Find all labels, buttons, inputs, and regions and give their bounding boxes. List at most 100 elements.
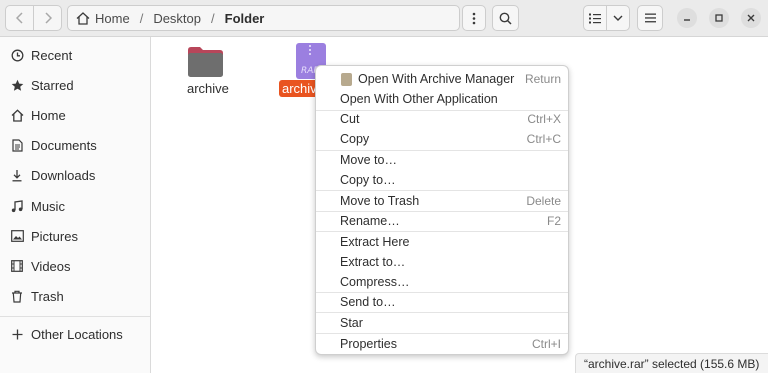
menu-item-open-with-archive-manager[interactable]: Open With Archive Manager Return <box>316 69 568 89</box>
menu-item-label: Properties <box>340 337 397 351</box>
sidebar-item-label: Recent <box>31 47 73 63</box>
maximize-icon <box>715 14 723 22</box>
menu-item-label: Extract Here <box>340 235 410 249</box>
menu-item-label: Star <box>340 316 363 330</box>
list-view-icon <box>589 13 601 23</box>
minimize-button[interactable] <box>677 8 697 28</box>
sidebar-item-music[interactable]: Music <box>0 193 150 219</box>
menu-item-label: Move to… <box>340 153 397 167</box>
context-menu: Open With Archive Manager Return Open Wi… <box>315 65 569 355</box>
sidebar-item-label: Music <box>31 198 65 214</box>
menu-item-label: Rename… <box>340 214 400 228</box>
sidebar-item-label: Trash <box>31 288 64 304</box>
close-button[interactable] <box>741 8 761 28</box>
sidebar-item-videos[interactable]: Videos <box>0 253 150 279</box>
menu-item-extract-here[interactable]: Extract Here <box>316 232 568 252</box>
path-bar: Home / Desktop / Folder <box>67 5 460 31</box>
video-icon <box>10 260 24 272</box>
menu-item-label: Cut <box>340 112 360 126</box>
kebab-menu-icon <box>472 12 476 24</box>
menu-item-accel: Delete <box>526 194 561 208</box>
menu-item-accel: Ctrl+I <box>531 337 561 351</box>
chevron-right-icon <box>44 12 52 24</box>
menu-item-compress[interactable]: Compress… <box>316 272 568 292</box>
menu-item-cut[interactable]: Cut Ctrl+X <box>316 109 568 129</box>
menu-item-copy-to[interactable]: Copy to… <box>316 170 568 190</box>
menu-item-move-to-trash[interactable]: Move to Trash Delete <box>316 191 568 211</box>
sidebar-item-label: Downloads <box>31 167 96 183</box>
sidebar-item-other-locations[interactable]: Other Locations <box>0 321 150 347</box>
menu-item-move-to[interactable]: Move to… <box>316 150 568 170</box>
sidebar-item-label: Home <box>31 107 66 123</box>
path-crumb-home: Home <box>95 10 130 26</box>
sidebar-item-trash[interactable]: Trash <box>0 283 150 309</box>
sidebar-item-label: Videos <box>31 258 71 274</box>
folder-icon <box>188 47 223 77</box>
picture-icon <box>10 230 24 242</box>
path-crumb-desktop[interactable]: Desktop <box>153 11 201 26</box>
sidebar-item-pictures[interactable]: Pictures <box>0 223 150 249</box>
navigation-buttons <box>5 5 62 31</box>
menu-item-extract-to[interactable]: Extract to… <box>316 252 568 272</box>
sidebar-item-documents[interactable]: Documents <box>0 132 150 158</box>
sidebar-item-label: Documents <box>31 137 97 153</box>
archive-manager-icon <box>341 73 352 86</box>
menu-item-label: Open With Other Application <box>340 92 498 106</box>
menu-item-star[interactable]: Star <box>316 313 568 333</box>
minimize-icon <box>684 19 690 21</box>
path-separator: / <box>211 10 215 26</box>
menu-item-rename[interactable]: Rename… F2 <box>316 211 568 231</box>
menu-item-copy[interactable]: Copy Ctrl+C <box>316 129 568 149</box>
hamburger-menu-icon <box>644 13 656 23</box>
back-button[interactable] <box>6 6 34 30</box>
sidebar-item-recent[interactable]: Recent <box>0 42 150 68</box>
menu-item-label: Copy to… <box>340 173 396 187</box>
menu-item-label: Open With Archive Manager <box>358 72 515 86</box>
menu-item-send-to[interactable]: Send to… <box>316 292 568 312</box>
search-button[interactable] <box>492 5 519 31</box>
file-manager-window: Home / Desktop / Folder Recent Starred H… <box>0 0 768 373</box>
main-menu-button[interactable] <box>637 5 663 31</box>
forward-button[interactable] <box>34 6 61 30</box>
chevron-down-icon <box>613 15 623 21</box>
sidebar-item-downloads[interactable]: Downloads <box>0 162 150 188</box>
plus-icon <box>10 329 24 340</box>
menu-item-label: Compress… <box>340 275 410 289</box>
path-home-crumb[interactable]: Home <box>76 11 130 26</box>
clock-icon <box>10 49 24 62</box>
document-icon <box>10 138 24 152</box>
places-sidebar: Recent Starred Home Documents Downloads … <box>0 37 151 373</box>
close-icon <box>747 14 755 22</box>
sidebar-item-home[interactable]: Home <box>0 102 150 128</box>
music-icon <box>10 199 24 213</box>
maximize-button[interactable] <box>709 8 729 28</box>
chevron-left-icon <box>15 12 23 24</box>
path-crumb-current[interactable]: Folder <box>225 11 265 26</box>
header-bar: Home / Desktop / Folder <box>0 0 768 37</box>
sidebar-item-label: Pictures <box>31 228 78 244</box>
menu-item-accel: Ctrl+C <box>526 132 561 146</box>
home-icon <box>10 108 24 122</box>
sidebar-item-label: Other Locations <box>31 326 123 342</box>
menu-item-properties[interactable]: Properties Ctrl+I <box>316 334 568 354</box>
menu-item-open-with-other-application[interactable]: Open With Other Application <box>316 89 568 109</box>
selection-status: “archive.rar” selected (155.6 MB) <box>575 353 768 373</box>
folder-menu-button[interactable] <box>462 5 486 31</box>
path-separator: / <box>139 10 144 26</box>
folder-name: archive <box>187 81 229 96</box>
sidebar-item-label: Starred <box>31 77 74 93</box>
menu-item-label: Copy <box>340 132 370 146</box>
view-options <box>583 5 630 31</box>
home-icon <box>76 11 90 25</box>
trash-icon <box>10 290 24 303</box>
download-icon <box>10 169 24 182</box>
star-icon <box>10 79 24 92</box>
sidebar-divider <box>0 316 150 317</box>
sidebar-item-starred[interactable]: Starred <box>0 72 150 98</box>
menu-item-label: Move to Trash <box>340 194 420 208</box>
list-view-button[interactable] <box>584 6 607 30</box>
menu-item-label: Send to… <box>340 295 396 309</box>
view-dropdown-button[interactable] <box>607 6 629 30</box>
menu-item-accel: F2 <box>546 214 561 228</box>
search-icon <box>499 12 512 25</box>
